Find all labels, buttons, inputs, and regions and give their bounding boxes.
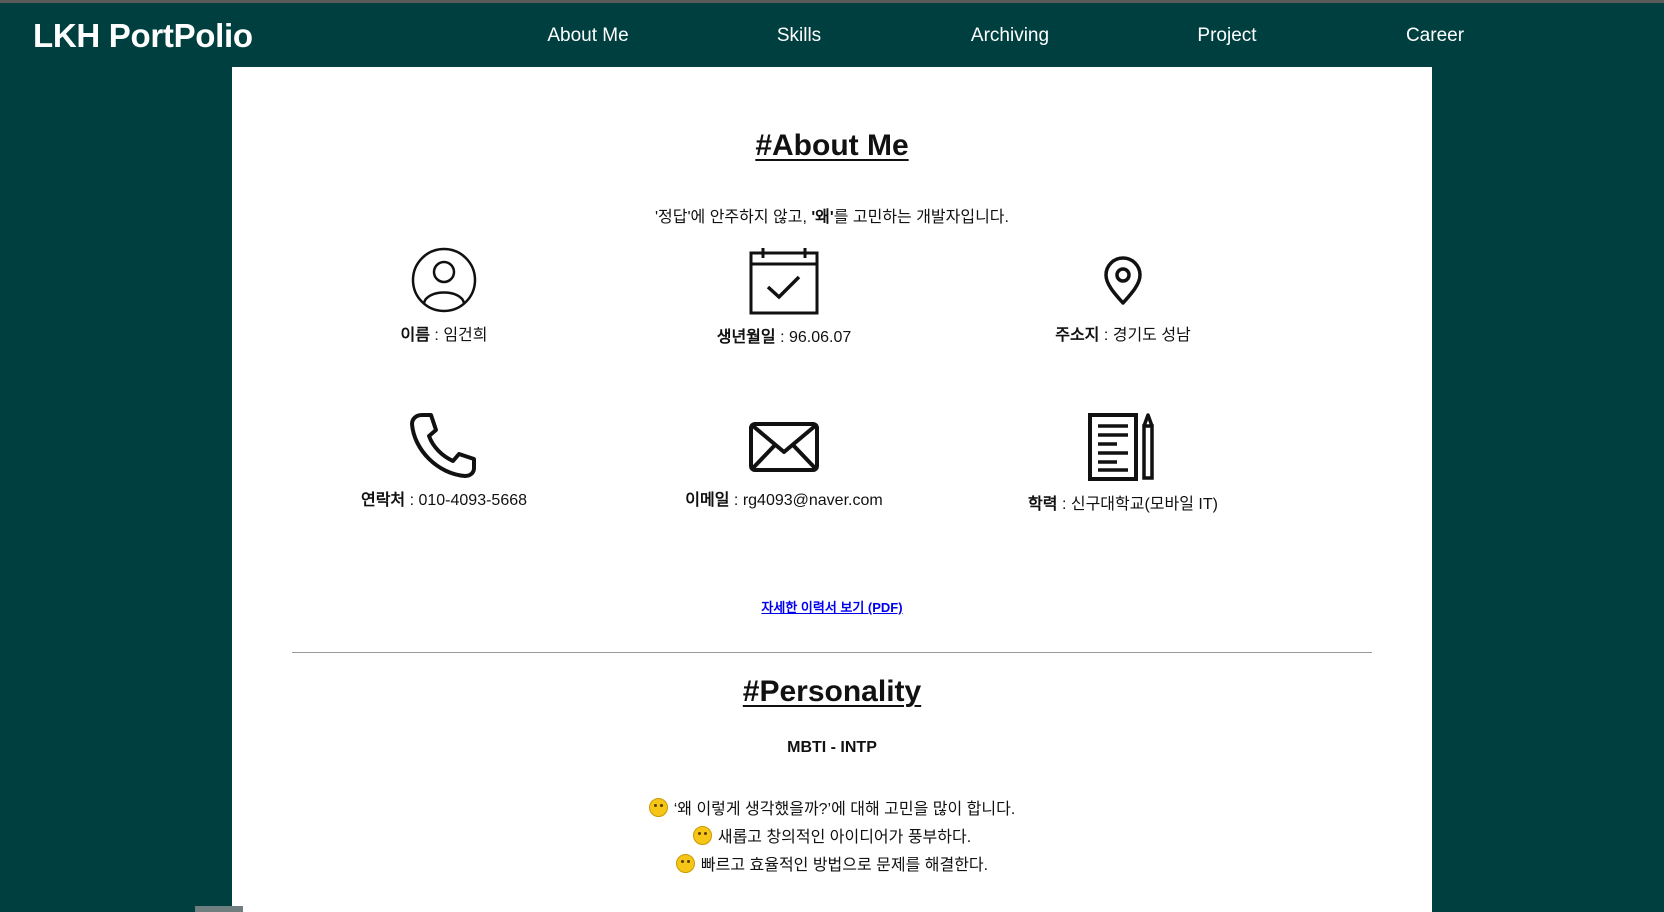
info-label: 학력 [1028,496,1058,513]
phone-icon [410,413,476,478]
info-sep: : [1099,327,1113,344]
info-value: 신구대학교(모바일 IT) [1070,496,1218,513]
info-name: 이름 : 임건희 [264,247,624,345]
info-address: 주소지 : 경기도 성남 [943,247,1303,345]
about-me-title: #About Me [755,129,909,162]
calendar-check-icon [749,248,819,315]
info-label: 이름 [400,327,430,344]
resume-pdf-link[interactable]: 자세한 이력서 보기 (PDF) [761,600,902,615]
trait-text: 새롭고 창의적인 아이디어가 풍부하다. [717,829,972,846]
info-education: 학력 : 신구대학교(모바일 IT) [943,412,1303,514]
tagline-bold: '왜' [811,209,834,226]
about-tagline: '정답'에 안주하지 않고, '왜'를 고민하는 개발자입니다. [232,203,1432,227]
info-email: 이메일 : rg4093@naver.com [604,412,964,510]
info-sep: : [429,327,444,344]
info-value: rg4093@naver.com [742,492,883,509]
info-sep: : [1057,496,1071,513]
info-sep: : [405,492,419,509]
brand-logo[interactable]: LKH PortPolio [33,17,253,55]
document-pencil-icon [1088,413,1154,481]
nav-skills[interactable]: Skills [777,25,821,47]
person-icon [411,247,477,313]
nav-career[interactable]: Career [1406,25,1464,47]
nav-archiving[interactable]: Archiving [971,25,1049,47]
monocle-face-icon [692,826,712,845]
section-divider [292,652,1372,653]
trait-item: 빠르고 효율적인 방법으로 문제를 해결한다. [232,851,1432,875]
horizontal-scrollbar-thumb[interactable] [195,906,243,912]
tagline-suffix: 를 고민하는 개발자입니다. [833,209,1009,226]
info-value: 96.06.07 [788,329,852,346]
info-label: 주소지 [1055,327,1100,344]
mail-icon [749,422,819,472]
trait-text: 빠르고 효율적인 방법으로 문제를 해결한다. [700,857,989,874]
info-value: 경기도 성남 [1112,327,1191,344]
personality-title: #Personality [742,675,922,708]
emoji-icon [675,854,695,873]
info-value: 임건희 [443,327,488,344]
location-pin-icon [1104,256,1142,305]
info-label: 이메일 [685,492,730,509]
info-label: 생년월일 [716,329,776,346]
main-content: #About Me '정답'에 안주하지 않고, '왜'를 고민하는 개발자입니… [232,67,1432,912]
nav-about-me[interactable]: About Me [547,25,628,47]
info-sep: : [729,492,743,509]
navbar: LKH PortPolio About Me Skills Archiving … [0,3,1664,67]
trait-item: ‘왜 이렇게 생각했을까?’에 대해 고민을 많이 합니다. [232,795,1432,819]
thinking-face-icon [648,798,668,817]
nav-project[interactable]: Project [1197,25,1256,47]
tagline-prefix: '정답'에 안주하지 않고, [655,209,812,226]
info-phone: 연락처 : 010-4093-5668 [264,412,624,510]
mbti-text: MBTI - INTP [787,739,877,756]
resume-link-wrap: 자세한 이력서 보기 (PDF) [232,597,1432,616]
trait-item: 새롭고 창의적인 아이디어가 풍부하다. [232,823,1432,847]
trait-text: ‘왜 이렇게 생각했을까?’에 대해 고민을 많이 합니다. [673,801,1016,818]
info-sep: : [775,329,789,346]
info-birth: 생년월일 : 96.06.07 [604,247,964,347]
info-value: 010-4093-5668 [418,492,528,509]
info-label: 연락처 [360,492,406,509]
